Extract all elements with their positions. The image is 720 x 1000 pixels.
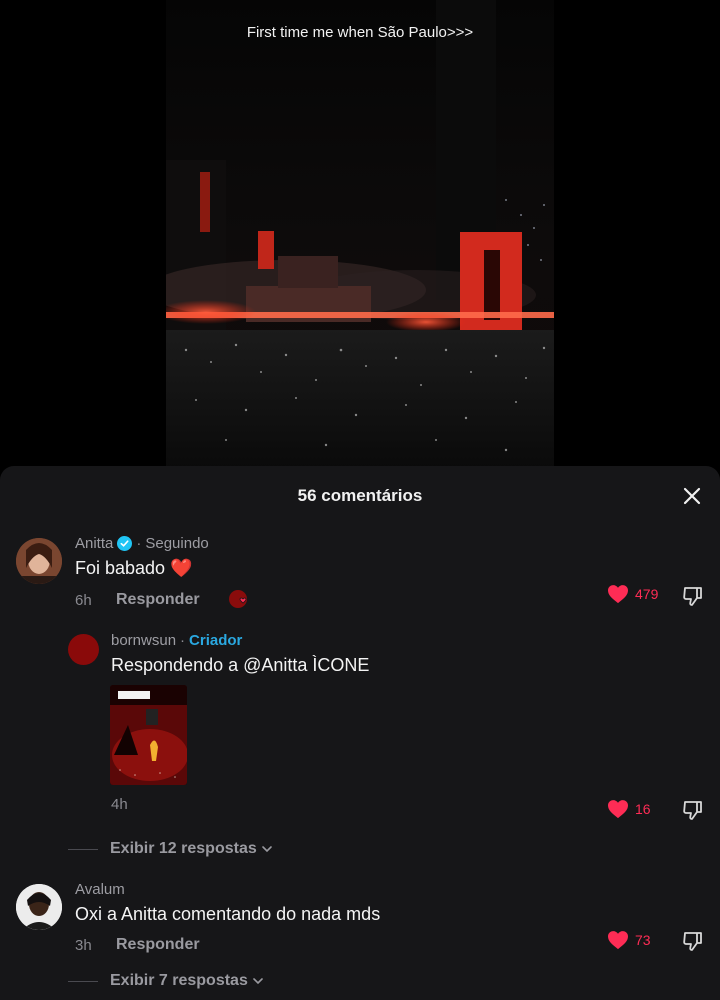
heart-icon (608, 931, 628, 950)
comments-count-title: 56 comentários (297, 486, 423, 505)
dislike-icon (683, 801, 702, 820)
comment-author-row: Anitta · Seguindo (75, 535, 209, 552)
concert-video-frame (166, 0, 554, 470)
chevron-down-icon (253, 978, 263, 985)
video-caption: First time me when São Paulo>>> (246, 24, 474, 41)
following-label: Seguindo (145, 535, 209, 552)
avatar-avalum[interactable] (16, 884, 62, 930)
comment-author-row: Avalum (75, 881, 125, 898)
reply-author-row: bornwsun · Criador (111, 632, 242, 649)
dislike-icon (683, 932, 702, 951)
reply-button[interactable]: Responder (116, 591, 200, 609)
separator-dot: · (136, 535, 142, 552)
reply-text: Respondendo a @Anitta ÌCONE (111, 655, 370, 675)
reply-time: 4h (111, 796, 128, 813)
creator-like-icon (229, 590, 247, 608)
app-screen: First time me when São Paulo>>> 56 comen… (0, 0, 720, 1000)
close-icon (683, 487, 701, 505)
creator-tag: Criador (189, 632, 243, 649)
anitta-avatar-image (16, 538, 62, 584)
dislike-icon (683, 587, 702, 606)
divider-line (68, 848, 98, 850)
comments-sheet: 56 comentários Anitta · Seguindo Foi bab… (0, 466, 720, 1000)
dislike-button[interactable] (681, 798, 705, 822)
verified-icon (117, 536, 133, 551)
view-replies-button[interactable]: Exibir 12 respostas (68, 840, 273, 858)
like-count: 16 (635, 801, 651, 817)
video-player[interactable] (166, 0, 554, 470)
like-button[interactable]: 73 (607, 930, 651, 950)
avatar-bornwsun[interactable] (68, 634, 99, 665)
video-reply-thumbnail-image (110, 685, 187, 785)
avalum-avatar-image (16, 884, 62, 930)
liked-by-creator-badge (228, 589, 250, 611)
chevron-down-icon (261, 846, 272, 853)
username[interactable]: bornwsun (111, 632, 176, 649)
reply-button[interactable]: Responder (116, 936, 200, 954)
avatar-anitta[interactable] (16, 538, 62, 584)
like-count: 73 (635, 932, 651, 948)
view-replies-label: Exibir 7 respostas (110, 972, 248, 989)
view-replies-button[interactable]: Exibir 7 respostas (68, 972, 264, 990)
view-replies-label: Exibir 12 respostas (110, 840, 257, 857)
like-count: 479 (635, 586, 659, 602)
video-reply-thumbnail[interactable] (110, 685, 187, 785)
divider-line (68, 980, 98, 982)
separator-dot: · (180, 632, 186, 649)
close-button[interactable] (680, 484, 704, 508)
comment-time: 3h (75, 937, 92, 954)
username[interactable]: Avalum (75, 881, 125, 898)
dislike-button[interactable] (681, 929, 705, 953)
dislike-button[interactable] (681, 584, 705, 608)
comment-text: Oxi a Anitta comentando do nada mds (75, 904, 381, 924)
comment-text: Foi babado ❤️ (75, 558, 193, 578)
comment-time: 6h (75, 592, 92, 609)
like-button[interactable]: 16 (607, 799, 651, 819)
like-button[interactable]: 479 (607, 584, 658, 604)
username[interactable]: Anitta (75, 535, 113, 552)
heart-icon (608, 800, 628, 819)
heart-icon (608, 585, 628, 604)
